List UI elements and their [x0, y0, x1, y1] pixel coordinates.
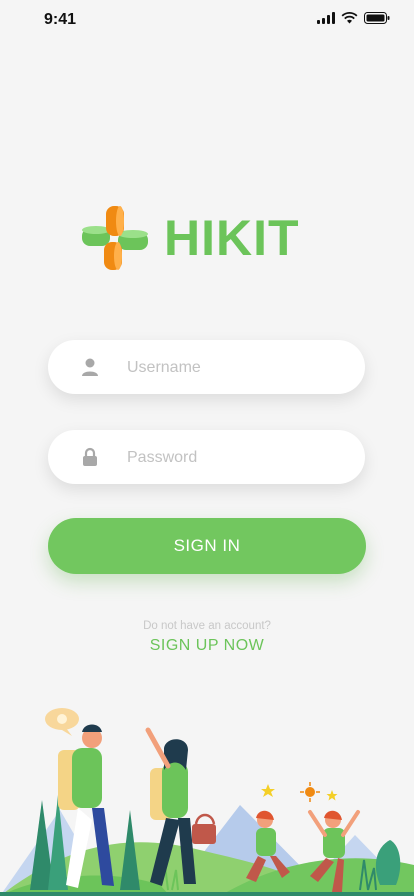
battery-icon: [364, 12, 390, 24]
password-input[interactable]: [125, 430, 349, 486]
status-bar: 9:41: [0, 0, 414, 40]
hikers-illustration: [0, 708, 414, 896]
wifi-icon: [341, 12, 358, 24]
status-time: 9:41: [44, 11, 77, 28]
signup-link[interactable]: SIGN UP NOW: [0, 637, 414, 655]
lock-icon: [83, 447, 97, 466]
user-icon: [82, 358, 98, 376]
username-field-container[interactable]: [48, 340, 365, 396]
status-icons: [317, 12, 390, 24]
no-account-text: Do not have an account?: [143, 620, 271, 632]
username-input[interactable]: [125, 340, 349, 396]
password-field-container[interactable]: [48, 430, 365, 486]
logo-mark-icon: [82, 206, 148, 270]
app-logo: HIKIT: [80, 204, 330, 272]
app-name: HIKIT: [164, 210, 300, 266]
signal-icon: [317, 12, 335, 24]
signin-button[interactable]: SIGN IN: [48, 518, 366, 574]
